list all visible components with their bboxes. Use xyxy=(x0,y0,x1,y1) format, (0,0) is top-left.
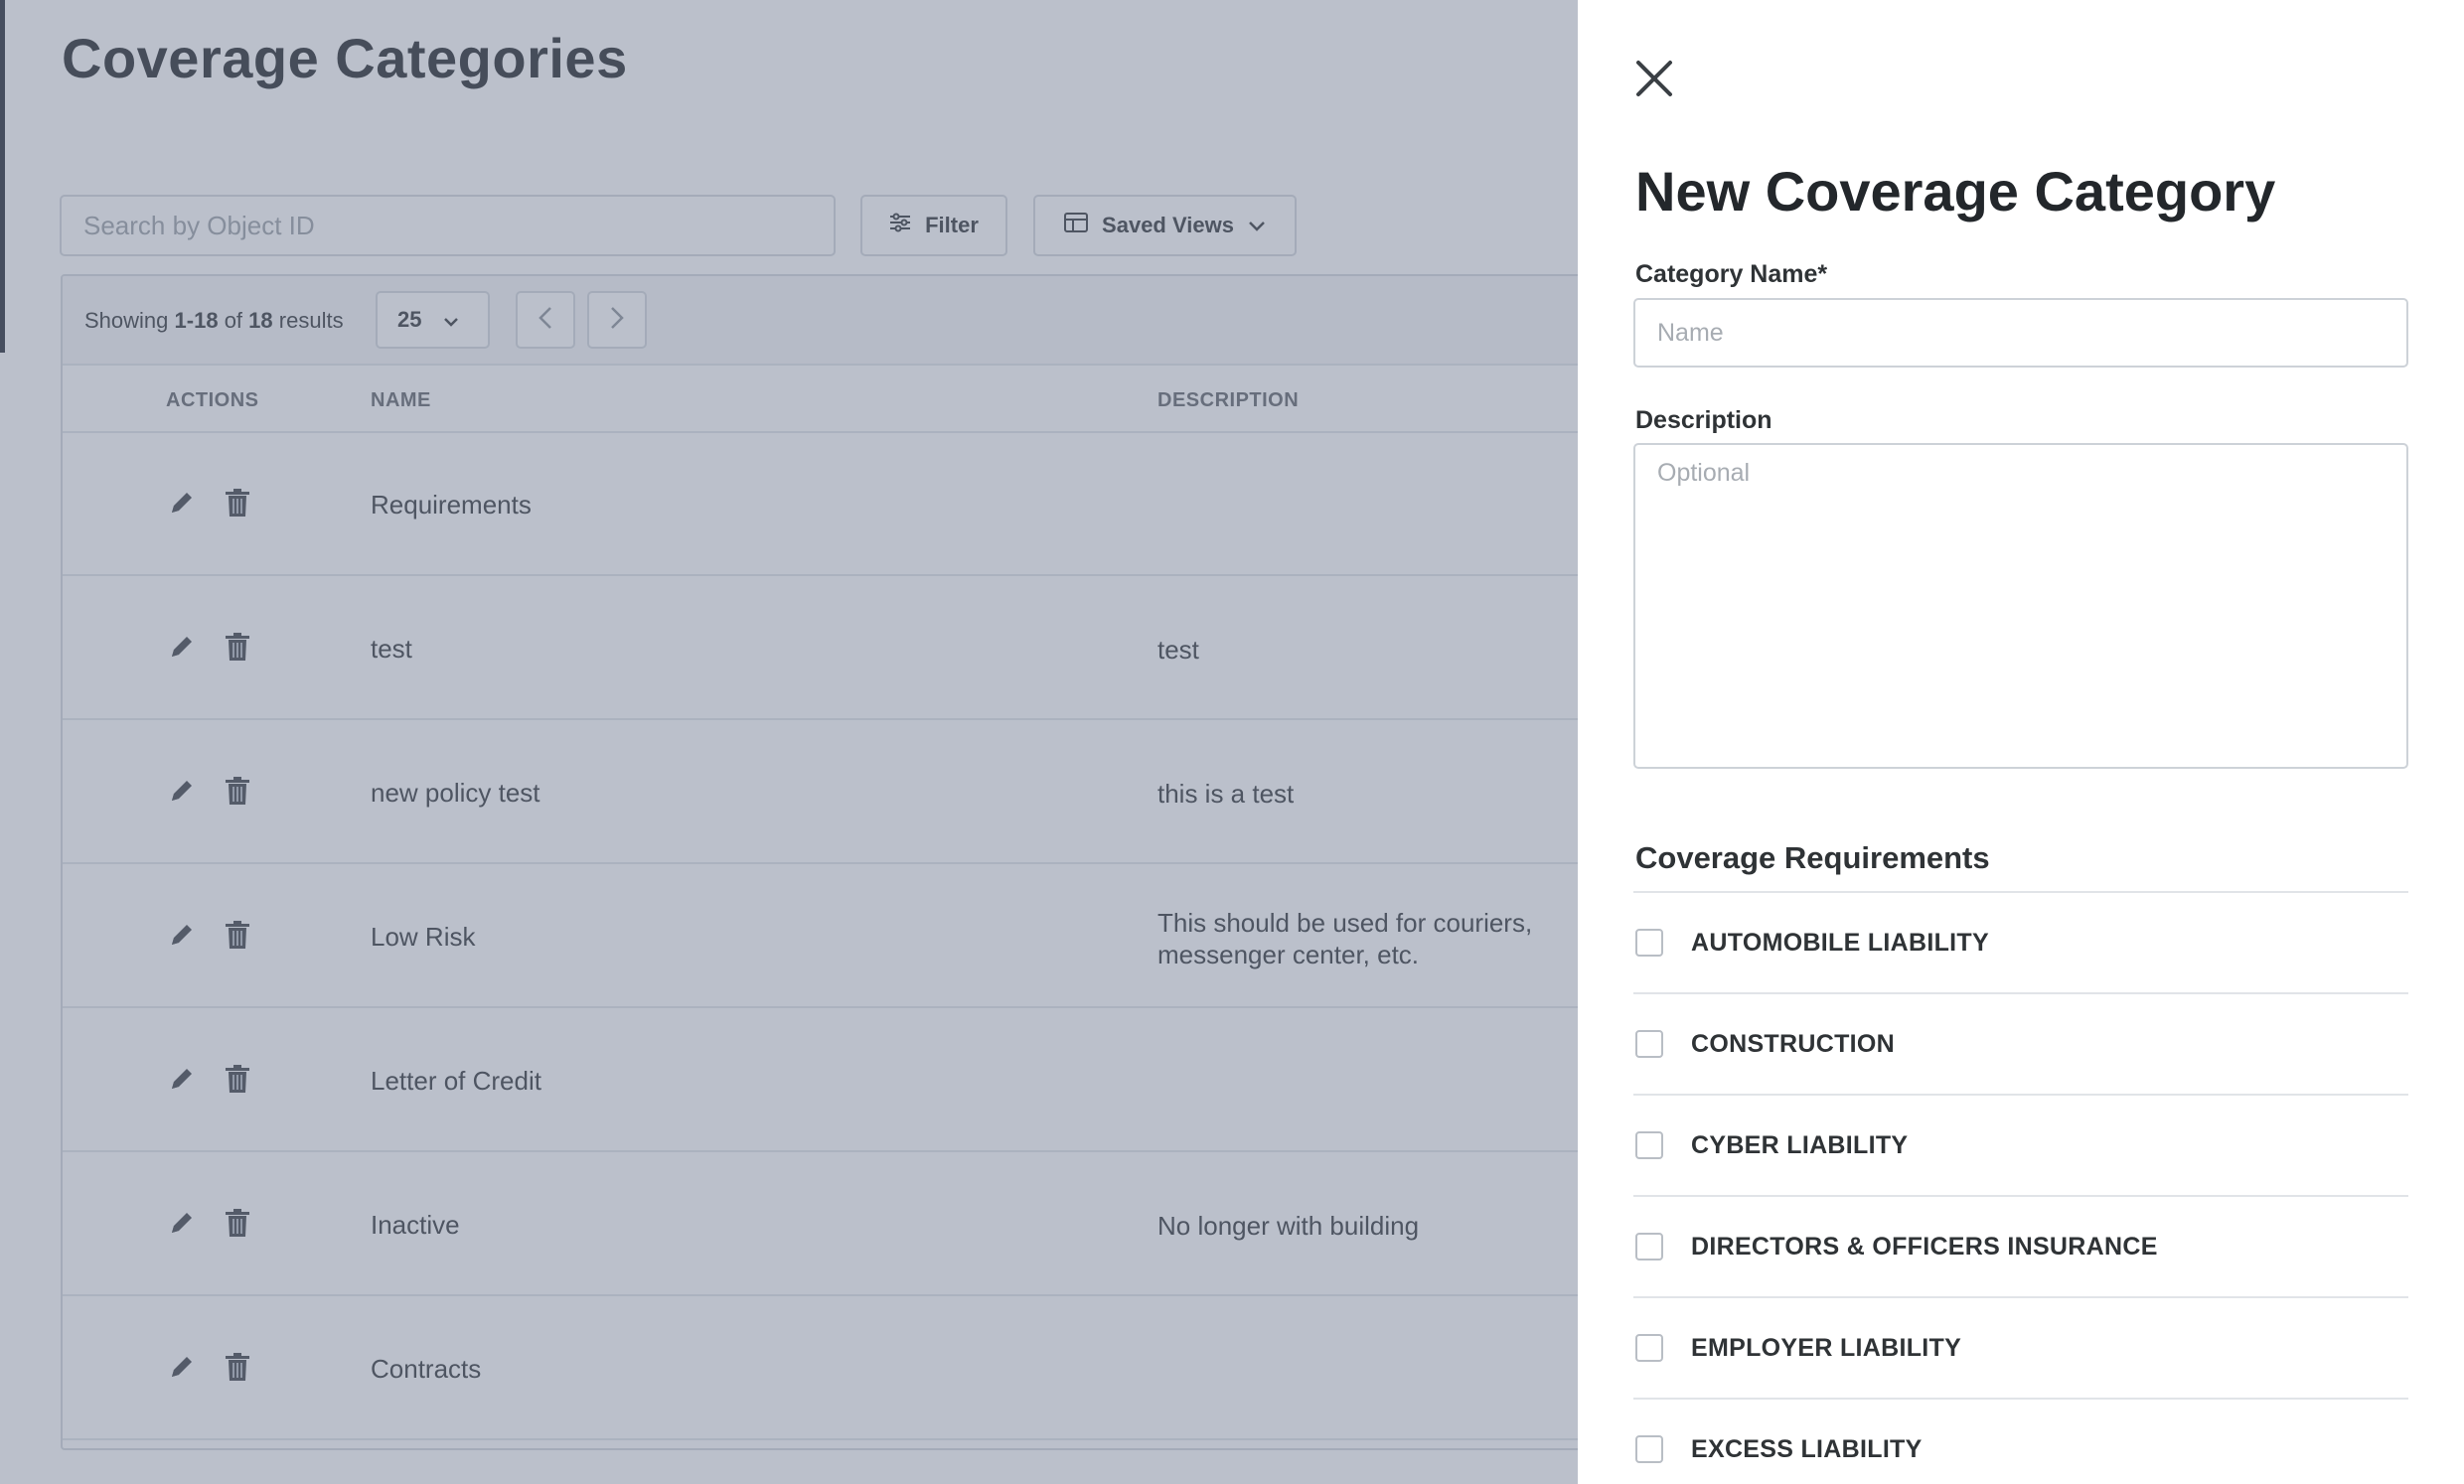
coverage-item[interactable]: EMPLOYER LIABILITY xyxy=(1633,1298,2408,1400)
coverage-item[interactable]: AUTOMOBILE LIABILITY xyxy=(1633,893,2408,994)
coverage-item[interactable]: EXCESS LIABILITY xyxy=(1633,1400,2408,1484)
coverage-checkbox[interactable] xyxy=(1635,1131,1663,1159)
coverage-item[interactable]: CYBER LIABILITY xyxy=(1633,1096,2408,1197)
category-name-label: Category Name* xyxy=(1635,260,1828,288)
modal-overlay[interactable] xyxy=(0,0,1578,1484)
coverage-item-label: CONSTRUCTION xyxy=(1691,1030,1895,1058)
close-icon xyxy=(1634,59,1674,103)
coverage-checkbox[interactable] xyxy=(1635,1030,1663,1058)
coverage-item[interactable]: DIRECTORS & OFFICERS INSURANCE xyxy=(1633,1197,2408,1298)
coverage-checkbox[interactable] xyxy=(1635,929,1663,957)
coverage-item-label: CYBER LIABILITY xyxy=(1691,1131,1909,1159)
coverage-item-label: AUTOMOBILE LIABILITY xyxy=(1691,929,1989,957)
description-label: Description xyxy=(1635,406,1772,434)
coverage-checkbox[interactable] xyxy=(1635,1334,1663,1362)
coverage-item[interactable]: CONSTRUCTION xyxy=(1633,994,2408,1096)
coverage-requirements-title: Coverage Requirements xyxy=(1635,840,1990,875)
coverage-categories-page: Coverage Categories Filter Saved Views S… xyxy=(0,0,1578,1484)
coverage-item-label: EXCESS LIABILITY xyxy=(1691,1435,1923,1463)
new-coverage-category-drawer: New Coverage Category Category Name* Des… xyxy=(1578,0,2464,1484)
drawer-title: New Coverage Category xyxy=(1635,160,2276,223)
description-textarea[interactable] xyxy=(1633,443,2408,769)
coverage-item-label: EMPLOYER LIABILITY xyxy=(1691,1334,1962,1362)
coverage-item-label: DIRECTORS & OFFICERS INSURANCE xyxy=(1691,1233,2158,1261)
coverage-checkbox[interactable] xyxy=(1635,1435,1663,1463)
close-button[interactable] xyxy=(1629,56,1679,105)
coverage-checkbox[interactable] xyxy=(1635,1233,1663,1261)
category-name-input[interactable] xyxy=(1633,298,2408,368)
